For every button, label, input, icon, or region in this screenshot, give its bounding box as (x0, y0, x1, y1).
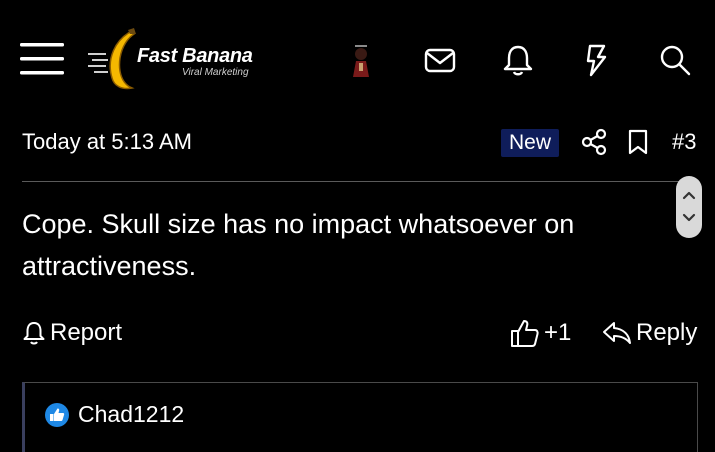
chevron-down-icon (682, 213, 696, 222)
post-body: Cope. Skull size has no impact whatsoeve… (22, 209, 575, 281)
bookmark-icon[interactable] (625, 128, 651, 156)
divider (22, 181, 699, 182)
search-icon[interactable] (658, 43, 692, 77)
reaction-user[interactable]: Chad1212 (44, 401, 184, 428)
post-number[interactable]: #3 (672, 129, 696, 155)
like-button[interactable]: +1 (510, 316, 571, 350)
bell-icon[interactable] (501, 43, 535, 77)
lightning-icon[interactable] (580, 43, 614, 77)
reply-icon (602, 320, 632, 346)
thumbs-up-icon (510, 317, 540, 349)
scroll-navigator[interactable] (676, 176, 702, 238)
like-reaction-icon (44, 402, 70, 428)
new-badge: New (501, 129, 560, 157)
avatar[interactable] (347, 43, 375, 79)
chevron-up-icon (682, 191, 696, 200)
like-count: +1 (544, 319, 572, 346)
share-icon[interactable] (580, 128, 608, 156)
mail-icon[interactable] (423, 43, 457, 77)
logo-title: Fast Banana (137, 45, 253, 67)
report-button[interactable]: Report (22, 318, 122, 348)
bell-outline-icon (22, 320, 46, 346)
reaction-username: Chad1212 (78, 401, 185, 427)
menu-icon[interactable] (20, 42, 64, 76)
logo-subtitle: Viral Marketing (182, 67, 249, 78)
report-label: Report (50, 319, 123, 346)
reply-button[interactable]: Reply (602, 318, 697, 348)
reply-label: Reply (636, 319, 698, 346)
post-timestamp[interactable]: Today at 5:13 AM (22, 129, 192, 155)
